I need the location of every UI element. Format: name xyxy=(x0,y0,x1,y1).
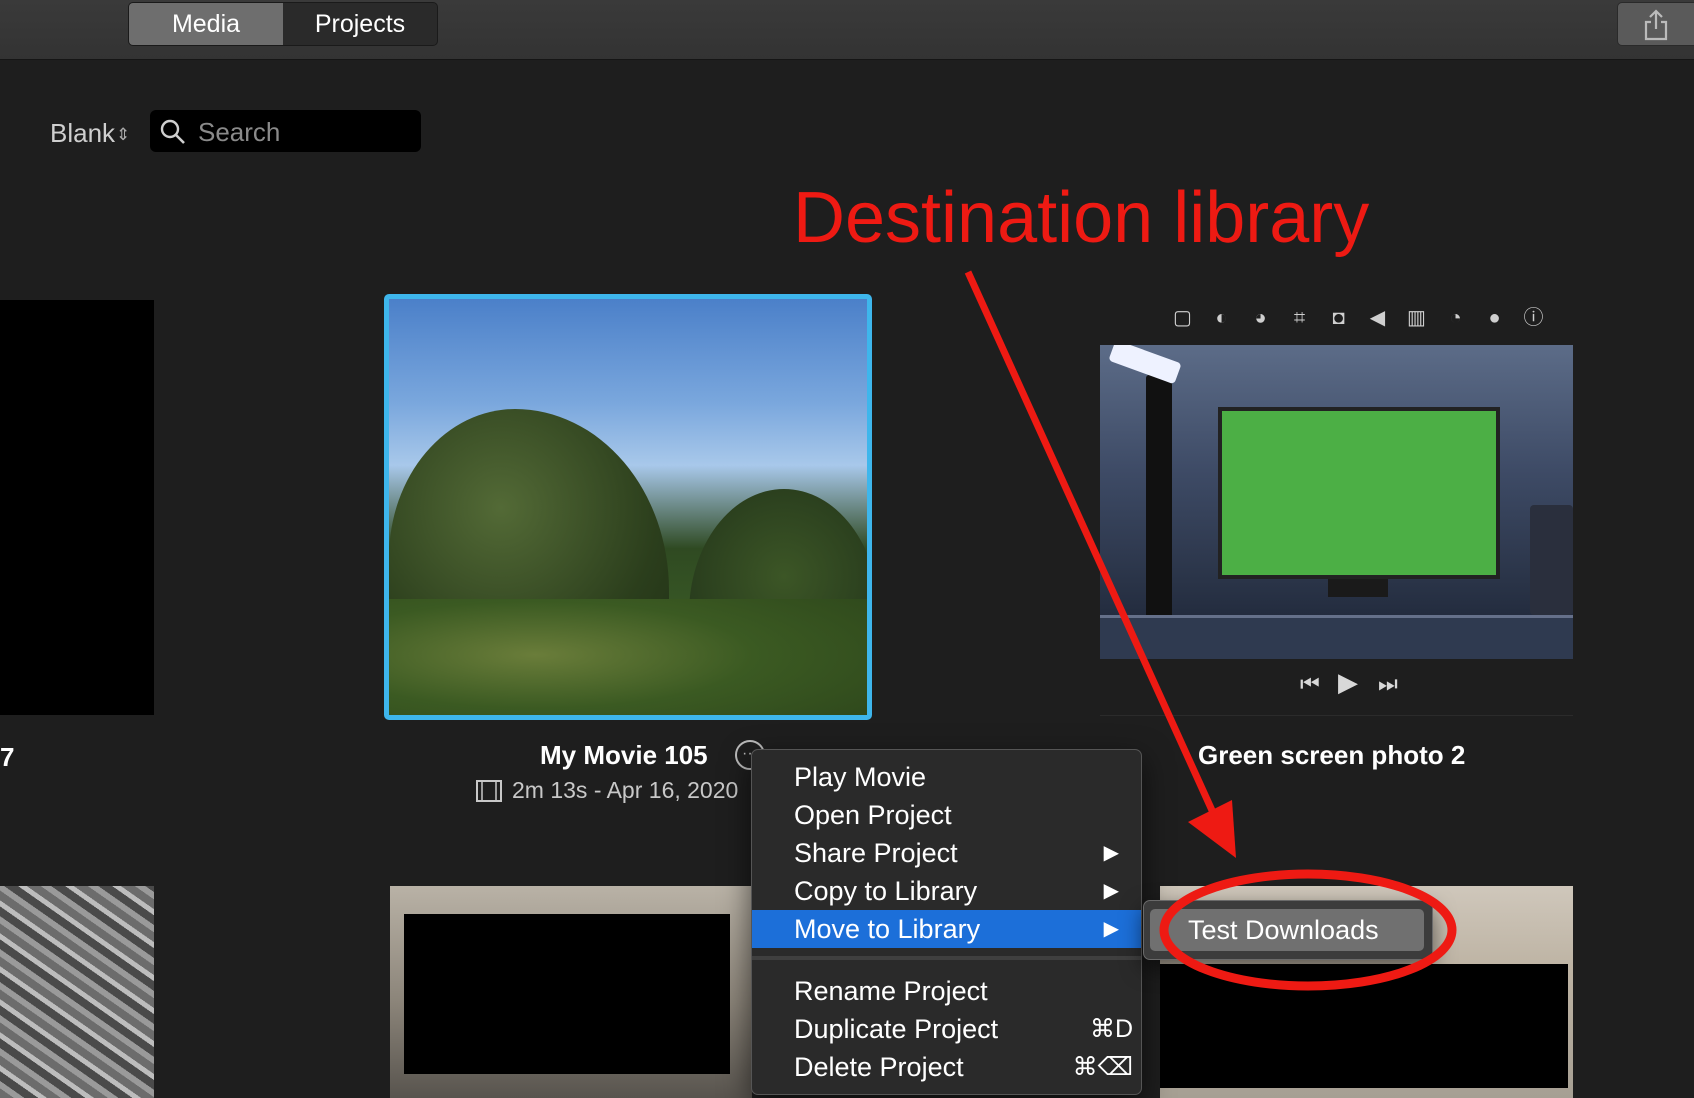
menu-item-label: Share Project xyxy=(794,838,958,868)
viewer-preview xyxy=(1100,345,1573,659)
menu-item-label: Move to Library xyxy=(794,914,981,944)
menu-item-duplicate-project[interactable]: Duplicate Project ⌘D xyxy=(752,1010,1141,1048)
submenu-arrow-icon: ▶ xyxy=(1103,842,1119,864)
menu-item-move-to-library[interactable]: Move to Library ▶ xyxy=(752,910,1141,948)
search-field[interactable] xyxy=(150,110,421,152)
project-meta: 2m 13s - Apr 16, 2020 xyxy=(476,777,738,804)
view-filter-label: Blank xyxy=(50,118,116,148)
lamp-image xyxy=(1146,375,1172,655)
menu-item-label: Duplicate Project xyxy=(794,1014,999,1044)
menu-item-label: Rename Project xyxy=(794,976,988,1006)
menu-item-label: Play Movie xyxy=(794,762,927,792)
speaker-image xyxy=(1530,505,1573,615)
project-title-partial: 7 xyxy=(0,742,15,772)
menu-item-rename-project[interactable]: Rename Project xyxy=(752,972,1141,1010)
menu-item-label: Delete Project xyxy=(794,1052,964,1082)
color-palette-icon[interactable]: ◕ xyxy=(1248,306,1273,331)
tab-media[interactable]: Media xyxy=(129,3,283,45)
bush-image xyxy=(389,599,867,715)
menu-item-label: Open Project xyxy=(794,800,952,830)
project-duration-date: 2m 13s - Apr 16, 2020 xyxy=(512,777,739,803)
film-icon xyxy=(476,780,502,802)
context-menu: Play Movie Open Project Share Project ▶ C… xyxy=(751,749,1142,1095)
library-submenu: Test Downloads xyxy=(1143,900,1433,960)
submenu-item-test-downloads[interactable]: Test Downloads xyxy=(1150,909,1424,951)
submenu-arrow-icon: ▶ xyxy=(1103,880,1119,902)
play-icon[interactable]: ▶ xyxy=(1338,667,1358,698)
shortcut-label: ⌘⌫ xyxy=(1072,1053,1133,1081)
speed-icon[interactable]: ◔ xyxy=(1443,306,1468,331)
desk-image xyxy=(1100,615,1573,659)
menu-separator xyxy=(752,956,1141,960)
annotation-label: Destination library xyxy=(793,178,1370,258)
project-thumbnail-redacted[interactable] xyxy=(0,300,154,715)
toolbar: Media Projects xyxy=(0,0,1694,60)
updown-chevron-icon: ⇕ xyxy=(116,125,131,144)
menu-item-delete-project[interactable]: Delete Project ⌘⌫ xyxy=(752,1048,1141,1086)
redacted-block xyxy=(404,914,730,1074)
project-thumbnail[interactable] xyxy=(0,886,154,1098)
filter-icon[interactable]: ● xyxy=(1482,306,1507,331)
menu-item-copy-to-library[interactable]: Copy to Library ▶ xyxy=(752,872,1141,910)
clip-title: Green screen photo 2 xyxy=(1198,740,1466,770)
crop-icon[interactable]: ▢ xyxy=(1170,306,1195,331)
shortcut-label: ⌘D xyxy=(1089,1015,1133,1043)
next-icon[interactable]: ⏭ xyxy=(1378,671,1398,697)
viewer-toolbar: ▢ ◐ ◕ ⌗ ◘ ◀ ▥ ◔ ● ⓘ xyxy=(1170,306,1546,331)
view-segmented-control: Media Projects xyxy=(128,2,438,46)
submenu-arrow-icon: ▶ xyxy=(1103,918,1119,940)
annotation-arrow-head xyxy=(1188,800,1236,858)
project-thumbnail[interactable] xyxy=(390,886,752,1098)
tab-projects[interactable]: Projects xyxy=(283,3,437,45)
previous-icon[interactable]: ⏮ xyxy=(1300,671,1320,697)
share-button[interactable] xyxy=(1617,2,1694,46)
search-icon xyxy=(160,119,185,144)
lamp-head-image xyxy=(1108,345,1182,385)
info-icon[interactable]: ⓘ xyxy=(1521,306,1546,331)
crop-tool-icon[interactable]: ⌗ xyxy=(1287,306,1312,331)
green-screen xyxy=(1222,411,1496,575)
redacted-block xyxy=(1160,964,1568,1088)
search-input[interactable] xyxy=(196,113,415,151)
view-filter-popup[interactable]: Blank⇕ xyxy=(50,118,130,149)
monitor-stand xyxy=(1328,579,1388,597)
monitor-image xyxy=(1218,407,1500,579)
menu-item-open-project[interactable]: Open Project xyxy=(752,796,1141,834)
selected-project-thumbnail[interactable] xyxy=(384,294,872,720)
stabilize-icon[interactable]: ◘ xyxy=(1326,306,1351,331)
playback-controls: ⏮ ▶ ⏭ xyxy=(1100,659,1573,716)
menu-item-share-project[interactable]: Share Project ▶ xyxy=(752,834,1141,872)
noise-reduction-icon[interactable]: ▥ xyxy=(1404,306,1429,331)
share-icon xyxy=(1644,9,1668,41)
menu-item-label: Copy to Library xyxy=(794,876,978,906)
volume-icon[interactable]: ◀ xyxy=(1365,306,1390,331)
menu-item-play-movie[interactable]: Play Movie xyxy=(752,758,1141,796)
color-balance-icon[interactable]: ◐ xyxy=(1209,306,1234,331)
project-title: My Movie 105 xyxy=(540,740,708,770)
